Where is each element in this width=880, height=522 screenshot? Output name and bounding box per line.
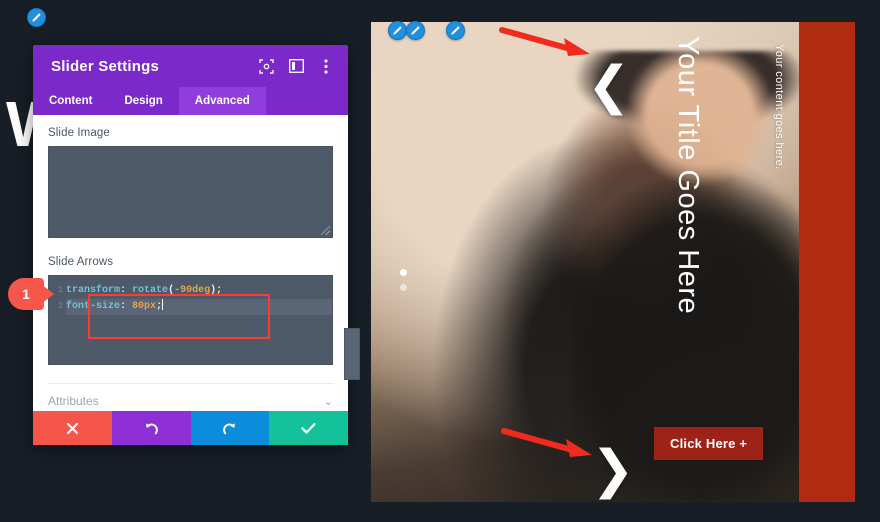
css-property: font-size [66, 301, 121, 312]
text-caret [162, 299, 164, 310]
slide-image-label: Slide Image [48, 127, 110, 139]
resize-grip-icon[interactable] [321, 226, 330, 235]
tab-advanced[interactable]: Advanced [178, 87, 266, 115]
redo-button[interactable] [190, 411, 270, 445]
undo-button[interactable] [111, 411, 191, 445]
code-line-2: font-size: 80px; [66, 299, 332, 315]
slide-image-code-input[interactable] [48, 146, 333, 238]
modal-header-icons [258, 58, 334, 74]
attributes-section[interactable]: Attributes ⌄ [48, 383, 333, 408]
editor-code[interactable]: transform: rotate(-90deg); font-size: 80… [66, 276, 332, 364]
cta-button[interactable]: Click Here + [654, 427, 764, 460]
modal-tabs: Content Design Advanced [33, 87, 348, 115]
fullscreen-icon[interactable] [258, 58, 274, 74]
modal-body: Slide Image Slide Arrows 1 2 transform: … [33, 115, 348, 445]
tab-design[interactable]: Design [108, 87, 178, 115]
annotation-pin-1: 1 [8, 278, 54, 310]
edit-pencil-icon[interactable] [388, 21, 407, 40]
tab-content[interactable]: Content [33, 87, 108, 115]
split-view-icon[interactable] [288, 58, 304, 74]
slider-preview: ❮ ❯ Click Here + Your content goes here.… [371, 22, 855, 502]
slider-dot-2[interactable] [400, 284, 407, 291]
css-semicolon: ; [216, 285, 223, 296]
css-value: 80px [132, 301, 157, 312]
save-button[interactable] [269, 411, 348, 445]
slider-prev-arrow[interactable]: ❮ [587, 60, 631, 112]
slider-settings-modal: Slider Settings Content Design Advanced … [33, 45, 348, 445]
modal-footer [33, 411, 348, 445]
attributes-label: Attributes [48, 394, 99, 408]
more-options-icon[interactable] [318, 58, 334, 74]
slider-dot-1[interactable] [400, 269, 407, 276]
edit-pencil-icon[interactable] [406, 21, 425, 40]
modal-header: Slider Settings [33, 45, 348, 87]
background-panel-sliver [344, 328, 360, 380]
css-colon: : [120, 301, 127, 312]
slide-content-text: Your content goes here. [773, 44, 799, 284]
slide-arrows-label: Slide Arrows [48, 256, 114, 268]
css-property: transform [66, 285, 121, 296]
css-editor[interactable]: 1 2 transform: rotate(-90deg); font-size… [49, 276, 332, 364]
slider-dots [400, 269, 407, 291]
code-line-1: transform: rotate(-90deg); [66, 283, 332, 299]
css-value: -90deg [174, 285, 211, 296]
css-colon: : [120, 285, 127, 296]
page-title: Slider Settings [51, 57, 160, 75]
slide-arrows-code-input[interactable]: 1 2 transform: rotate(-90deg); font-size… [48, 275, 333, 365]
slide-content-label: Your content goes here. [773, 44, 785, 170]
cancel-button[interactable] [33, 411, 112, 445]
edit-pencil-icon[interactable] [446, 21, 465, 40]
css-function: rotate [132, 285, 169, 296]
slide-title-bar: Your Title Goes Here [672, 22, 855, 502]
slide-title: Your Title Goes Here [671, 36, 704, 315]
screenshot-root: W Slider Settings [0, 0, 880, 522]
chevron-down-icon[interactable]: ⌄ [324, 395, 333, 408]
slider-next-arrow[interactable]: ❯ [591, 444, 635, 496]
pin-number: 1 [8, 278, 44, 310]
edit-pencil-icon[interactable] [27, 8, 46, 27]
